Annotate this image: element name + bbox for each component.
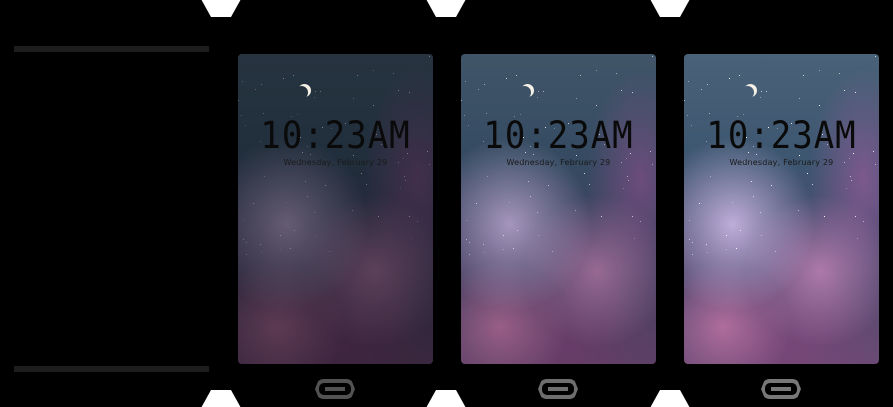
crescent-moon-icon	[295, 86, 308, 99]
lockscreen-date: Wednesday, February 29	[729, 158, 834, 167]
lockscreen-wallpaper	[238, 54, 433, 364]
crescent-moon-icon	[741, 86, 754, 99]
crescent-moon-icon	[518, 86, 531, 99]
home-button-icon[interactable]	[761, 379, 801, 399]
lockscreen-wallpaper	[461, 54, 656, 364]
lockscreen[interactable]: 10:23AM Wednesday, February 29	[461, 54, 656, 364]
lockscreen[interactable]: 10:23AM Wednesday, February 29	[238, 54, 433, 364]
home-button-icon[interactable]	[315, 379, 355, 399]
home-button-icon[interactable]	[538, 379, 578, 399]
corner-notch	[650, 390, 690, 407]
corner-notch	[426, 0, 466, 17]
phone-brightness-sequence: 10:23AM Wednesday, February 29 10:23AM W…	[0, 0, 893, 407]
lockscreen-wallpaper	[684, 54, 879, 364]
phone-screen-off[interactable]	[14, 46, 209, 372]
phone-off	[0, 0, 226, 407]
corner-notch	[650, 0, 690, 17]
lockscreen[interactable]: 10:23AM Wednesday, February 29	[684, 54, 879, 364]
lockscreen-clock: 10:23AM	[260, 114, 411, 158]
corner-notch	[426, 390, 466, 407]
lockscreen-date: Wednesday, February 29	[506, 158, 611, 167]
lockscreen-clock: 10:23AM	[483, 114, 634, 158]
lockscreen-clock: 10:23AM	[706, 114, 857, 158]
lockscreen-date: Wednesday, February 29	[283, 158, 388, 167]
